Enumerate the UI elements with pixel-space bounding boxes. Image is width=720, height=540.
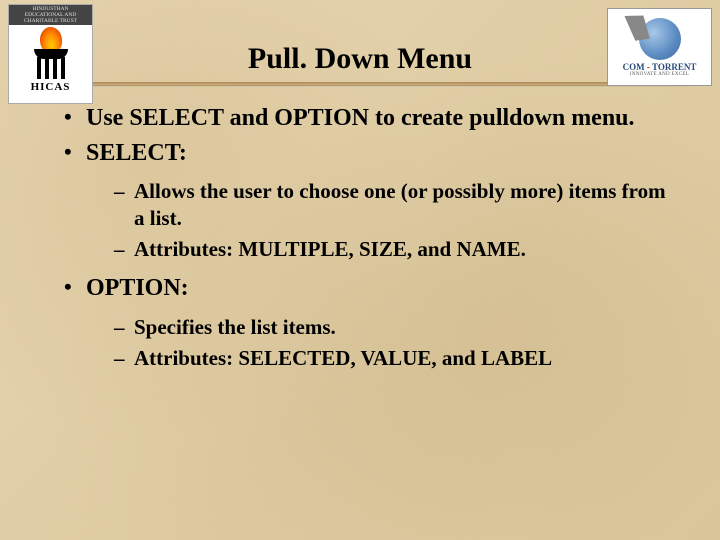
- torch-icon: [31, 27, 71, 79]
- sub-bullet-item: Specifies the list items.: [114, 314, 672, 341]
- brand-b: TORRENT: [652, 62, 696, 72]
- bullet-text: Use SELECT and OPTION to create pulldown…: [86, 105, 635, 131]
- sub-bullet-text: Attributes: MULTIPLE, SIZE, and NAME.: [134, 237, 526, 261]
- logo-left-label: HICAS: [31, 81, 71, 93]
- sub-bullet-item: Attributes: MULTIPLE, SIZE, and NAME.: [114, 236, 672, 263]
- logo-left-banner-sub: EDUCATIONAL AND CHARITABLE TRUST: [24, 12, 77, 24]
- bullet-item: OPTION: Specifies the list items. Attrib…: [64, 273, 672, 371]
- brand-dash: -: [645, 62, 652, 72]
- sub-bullet-list: Allows the user to choose one (or possib…: [86, 178, 672, 263]
- sub-bullet-item: Allows the user to choose one (or possib…: [114, 178, 672, 232]
- globe-icon: [639, 18, 681, 60]
- logo-right: COM - TORRENT INNOVATE AND EXCEL: [607, 8, 712, 86]
- sub-bullet-text: Specifies the list items.: [134, 315, 336, 339]
- bullet-text: OPTION:: [86, 275, 189, 301]
- bullet-item: Use SELECT and OPTION to create pulldown…: [64, 103, 672, 134]
- sub-bullet-item: Attributes: SELECTED, VALUE, and LABEL: [114, 345, 672, 372]
- slide: HINDUSTHAN EDUCATIONAL AND CHARITABLE TR…: [0, 0, 720, 540]
- bullet-list: Use SELECT and OPTION to create pulldown…: [48, 103, 672, 372]
- logo-left-banner: HINDUSTHAN EDUCATIONAL AND CHARITABLE TR…: [9, 5, 92, 25]
- logo-right-brand: COM - TORRENT: [623, 62, 697, 72]
- brand-a: COM: [623, 62, 645, 72]
- bullet-text: SELECT:: [86, 140, 187, 166]
- sub-bullet-list: Specifies the list items. Attributes: SE…: [86, 314, 672, 372]
- sub-bullet-text: Attributes: SELECTED, VALUE, and LABEL: [134, 346, 552, 370]
- logo-left: HINDUSTHAN EDUCATIONAL AND CHARITABLE TR…: [8, 4, 93, 104]
- bullet-item: SELECT: Allows the user to choose one (o…: [64, 138, 672, 263]
- sub-bullet-text: Allows the user to choose one (or possib…: [134, 179, 666, 230]
- slide-content: Use SELECT and OPTION to create pulldown…: [0, 85, 720, 372]
- logo-right-tagline: INNOVATE AND EXCEL: [630, 72, 689, 77]
